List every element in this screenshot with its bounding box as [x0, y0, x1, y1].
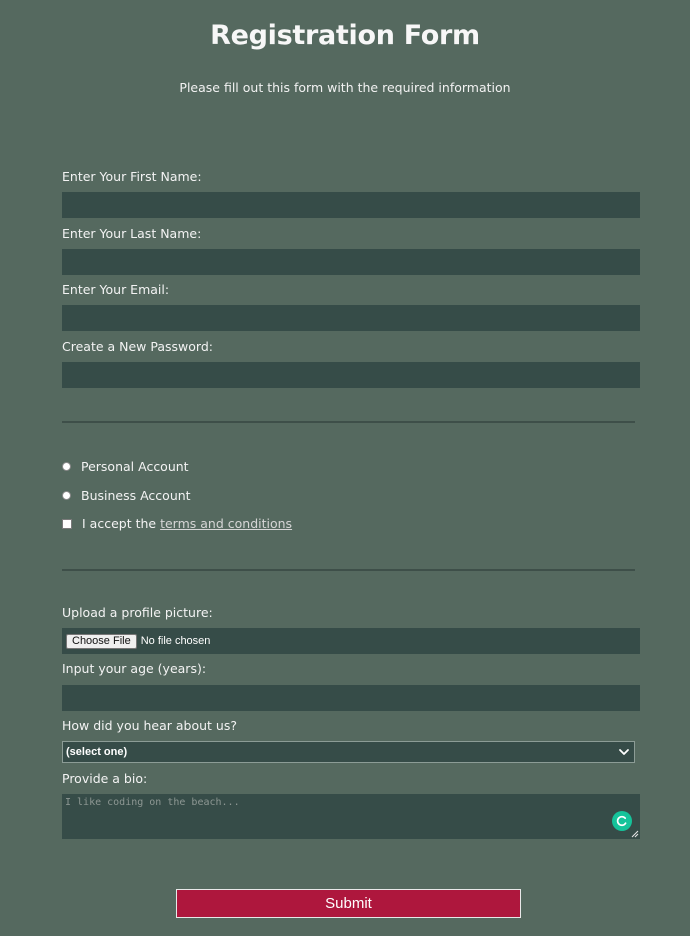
age-input[interactable] — [62, 685, 640, 711]
business-account-option[interactable]: Business Account — [62, 488, 191, 503]
page-title: Registration Form — [210, 20, 480, 51]
file-status-text: No file chosen — [140, 635, 211, 647]
personal-account-option[interactable]: Personal Account — [62, 459, 189, 474]
last-name-label: Enter Your Last Name: — [62, 226, 202, 241]
password-input[interactable] — [62, 362, 640, 388]
referrer-label: How did you hear about us? — [62, 718, 237, 733]
business-account-label: Business Account — [81, 488, 191, 503]
choose-file-button[interactable]: Choose File — [66, 633, 137, 649]
last-name-input[interactable] — [62, 249, 640, 275]
submit-button[interactable]: Submit — [176, 889, 521, 918]
section-divider — [62, 569, 635, 571]
bio-textarea[interactable]: I like coding on the beach... — [62, 794, 640, 839]
terms-option[interactable]: I accept the terms and conditions — [62, 516, 292, 531]
password-label: Create a New Password: — [62, 339, 213, 354]
personal-account-label: Personal Account — [81, 459, 189, 474]
bio-placeholder: I like coding on the beach... — [65, 797, 240, 808]
page-subtitle: Please fill out this form with the requi… — [179, 80, 511, 95]
terms-checkbox[interactable] — [62, 518, 72, 529]
email-label: Enter Your Email: — [62, 282, 170, 297]
terms-prefix: I accept the — [82, 516, 157, 531]
grammar-assistant-icon[interactable] — [612, 811, 632, 831]
bio-label: Provide a bio: — [62, 771, 148, 786]
personal-account-radio[interactable] — [62, 462, 71, 471]
chevron-down-icon — [619, 749, 629, 755]
age-label: Input your age (years): — [62, 661, 207, 676]
referrer-select[interactable]: (select one) — [62, 741, 635, 763]
file-upload-field[interactable]: Choose File No file chosen — [62, 628, 640, 654]
upload-label: Upload a profile picture: — [62, 605, 213, 620]
business-account-radio[interactable] — [62, 491, 71, 500]
resize-handle-icon[interactable] — [631, 830, 639, 838]
first-name-label: Enter Your First Name: — [62, 169, 202, 184]
first-name-input[interactable] — [62, 192, 640, 218]
referrer-select-value: (select one) — [66, 746, 128, 758]
terms-link[interactable]: terms and conditions — [160, 516, 292, 531]
email-input[interactable] — [62, 305, 640, 331]
section-divider — [62, 421, 635, 423]
